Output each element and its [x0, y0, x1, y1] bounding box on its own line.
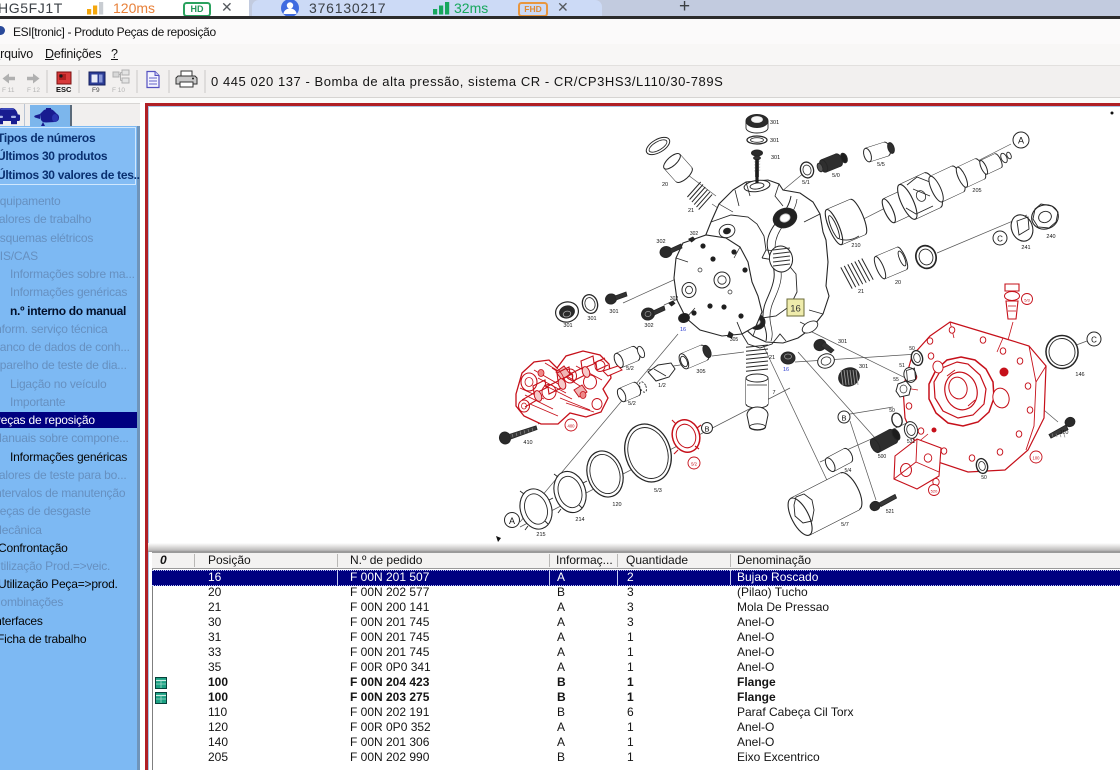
svg-text:5/7: 5/7 [841, 522, 849, 528]
svg-text:A: A [509, 516, 515, 526]
svg-text:5/2: 5/2 [628, 401, 636, 407]
svg-text:210: 210 [851, 243, 860, 249]
svg-text:F9: F9 [92, 87, 100, 94]
svg-text:C: C [997, 235, 1003, 244]
svg-text:215: 215 [536, 532, 545, 538]
svg-text:F 12: F 12 [27, 87, 40, 94]
svg-text:51: 51 [899, 363, 905, 369]
svg-text:5/2: 5/2 [626, 366, 634, 372]
svg-text:302: 302 [644, 323, 653, 329]
svg-text:214: 214 [575, 517, 584, 523]
svg-text:55: 55 [893, 377, 899, 383]
svg-text:301: 301 [771, 155, 780, 161]
svg-text:F 11: F 11 [2, 87, 15, 94]
svg-text:16: 16 [680, 327, 686, 333]
svg-text:205: 205 [972, 188, 981, 194]
svg-text:301: 301 [838, 339, 847, 345]
svg-text:21: 21 [769, 355, 775, 361]
svg-text:5/5: 5/5 [877, 162, 885, 168]
svg-text:301: 301 [587, 316, 596, 322]
svg-text:521: 521 [886, 509, 895, 515]
svg-text:301: 301 [609, 309, 618, 315]
svg-text:410: 410 [523, 440, 532, 446]
svg-text:241: 241 [1021, 245, 1030, 251]
svg-text:5/1: 5/1 [802, 180, 810, 186]
svg-text:302: 302 [690, 231, 699, 237]
svg-text:120: 120 [612, 502, 621, 508]
svg-text:301: 301 [563, 323, 572, 329]
svg-text:305: 305 [730, 337, 739, 343]
svg-text:50: 50 [909, 346, 915, 352]
svg-text:21: 21 [858, 289, 864, 295]
svg-text:5/2: 5/2 [691, 462, 697, 467]
svg-text:50: 50 [889, 408, 895, 414]
svg-text:7: 7 [772, 390, 775, 396]
svg-text:F 10: F 10 [112, 87, 125, 94]
svg-text:50: 50 [981, 475, 987, 481]
svg-text:305: 305 [696, 369, 705, 375]
svg-text:302: 302 [670, 296, 679, 302]
svg-text:20: 20 [895, 280, 901, 286]
svg-text:16: 16 [783, 367, 789, 373]
svg-text:301: 301 [770, 138, 779, 144]
svg-text:500: 500 [878, 454, 887, 460]
svg-text:100: 100 [1033, 456, 1041, 461]
svg-text:110: 110 [1060, 430, 1069, 436]
svg-text:520: 520 [931, 489, 938, 494]
svg-text:400: 400 [568, 424, 576, 429]
svg-text:301: 301 [770, 120, 779, 126]
svg-text:531: 531 [907, 439, 916, 445]
svg-text:A: A [1018, 136, 1024, 146]
svg-text:5/0: 5/0 [832, 173, 840, 179]
svg-text:B: B [704, 425, 709, 434]
svg-text:5/3: 5/3 [654, 488, 662, 494]
svg-text:146: 146 [1075, 372, 1084, 378]
svg-text:ESC: ESC [56, 85, 72, 94]
svg-text:16: 16 [790, 304, 801, 315]
svg-text:21: 21 [688, 208, 694, 214]
svg-text:240: 240 [1046, 234, 1055, 240]
svg-text:B: B [841, 414, 846, 423]
svg-text:5/3: 5/3 [1024, 298, 1030, 303]
svg-text:1/2: 1/2 [658, 383, 666, 389]
svg-text:C: C [1091, 336, 1097, 345]
svg-text:20: 20 [662, 182, 668, 188]
svg-text:302: 302 [656, 239, 665, 245]
svg-text:301: 301 [859, 364, 868, 370]
